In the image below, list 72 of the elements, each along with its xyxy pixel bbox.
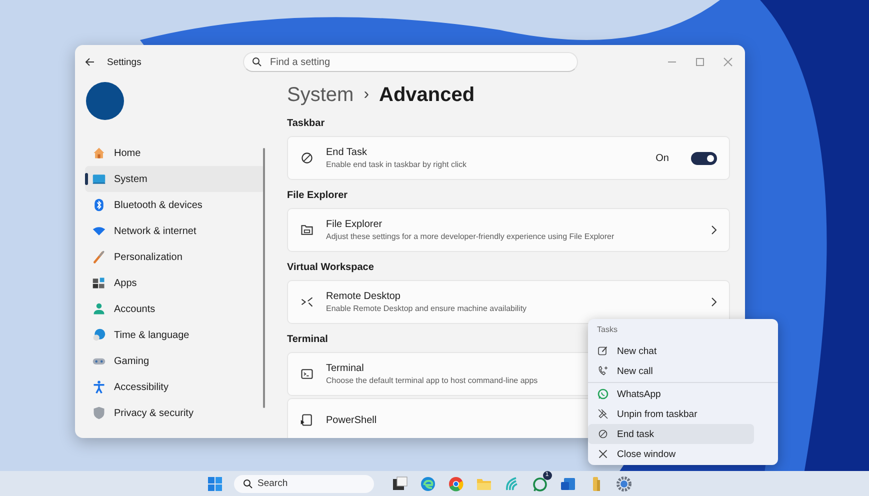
breadcrumb-separator: ›	[364, 86, 370, 104]
wifi-icon	[92, 224, 106, 238]
taskbar-search-field[interactable]: Search	[234, 474, 374, 492]
page-title: Advanced	[379, 84, 475, 106]
setting-title: PowerShell	[326, 414, 377, 426]
breadcrumb-link[interactable]: System	[287, 84, 354, 106]
monitor-icon	[92, 172, 106, 186]
apps-icon	[92, 276, 106, 290]
setting-description: Adjust these settings for a more developer-friendly experience using File Explorer	[326, 232, 614, 241]
setting-card[interactable]: Remote Desktop Enable Remote Desktop and ensure machine availability	[287, 280, 730, 324]
menu-item[interactable]: Close window	[588, 444, 754, 464]
setting-description: Enable end task in taskbar by right click	[326, 160, 467, 169]
sidebar-item[interactable]: System	[85, 166, 265, 192]
setting-card[interactable]: End Task Enable end task in taskbar by right click On	[287, 136, 730, 180]
setting-title: Terminal	[326, 363, 364, 374]
whatsapp-icon[interactable]	[532, 476, 548, 492]
section-heading: File Explorer	[287, 190, 348, 202]
section-heading: Virtual Workspace	[287, 262, 374, 274]
sidebar-item[interactable]: Accounts	[85, 296, 265, 322]
toggle-state-label: On	[656, 152, 669, 164]
word-icon[interactable]	[560, 476, 576, 492]
accessibility-icon	[92, 380, 106, 394]
edge-icon[interactable]	[420, 476, 436, 492]
setting-title: File Explorer	[326, 219, 382, 230]
shield-icon	[92, 406, 106, 420]
search-icon	[252, 57, 262, 67]
settings-search-field[interactable]: Find a setting	[243, 52, 578, 72]
sidebar-item[interactable]: Network & internet	[85, 218, 265, 244]
setting-description: Choose the default terminal app to host command-line apps	[326, 376, 538, 385]
maximize-icon[interactable]	[695, 57, 705, 67]
menu-item[interactable]: Unpin from taskbar	[588, 404, 754, 424]
window-title: Settings	[107, 56, 142, 68]
section-heading: Taskbar	[287, 118, 325, 130]
brush-icon	[92, 250, 106, 264]
remote-arrows-icon	[300, 295, 314, 309]
search-icon	[242, 478, 252, 488]
window-icon[interactable]	[392, 476, 408, 492]
home-icon	[92, 146, 106, 160]
sidebar-item[interactable]: Apps	[85, 270, 265, 296]
sidebar-item[interactable]: Personalization	[85, 244, 265, 270]
compose-icon	[597, 345, 609, 357]
setting-card[interactable]: File Explorer Adjust these settings for a more developer-friendly experience using File Explorer	[287, 208, 730, 252]
prohibited-icon	[300, 151, 314, 165]
avatar[interactable]	[86, 82, 124, 120]
scroll-bar[interactable]	[263, 148, 265, 408]
close-icon	[597, 448, 609, 460]
whatsapp-icon	[597, 388, 609, 400]
phone-plus-icon	[597, 365, 609, 377]
setting-description: Enable Remote Desktop and ensure machine availability	[326, 304, 527, 313]
folder-icon	[300, 223, 314, 237]
gear-icon[interactable]	[616, 476, 632, 492]
chevron-right-icon	[711, 297, 717, 307]
person-icon	[92, 302, 106, 316]
sidebar-item[interactable]: Accessibility	[85, 374, 265, 400]
sidebar-item[interactable]: Privacy & security	[85, 400, 265, 426]
close-icon[interactable]	[723, 57, 733, 67]
back-arrow-icon[interactable]	[85, 57, 95, 67]
prohibited-icon	[597, 428, 609, 440]
setting-title: Remote Desktop	[326, 291, 400, 302]
chrome-icon[interactable]	[448, 476, 464, 492]
chevron-right-icon	[711, 225, 717, 235]
menu-heading: Tasks	[597, 325, 618, 336]
section-heading: Terminal	[287, 334, 328, 346]
menu-item[interactable]: End task	[588, 424, 754, 444]
wave-icon[interactable]	[504, 476, 520, 492]
terminal-icon	[300, 367, 314, 381]
start-icon[interactable]	[208, 476, 222, 490]
toggle-switch[interactable]	[691, 152, 717, 164]
unpin-icon	[597, 408, 609, 420]
sidebar-item[interactable]: Home	[85, 140, 265, 166]
bluetooth-icon	[92, 198, 106, 212]
setting-title: End Task	[326, 147, 367, 158]
